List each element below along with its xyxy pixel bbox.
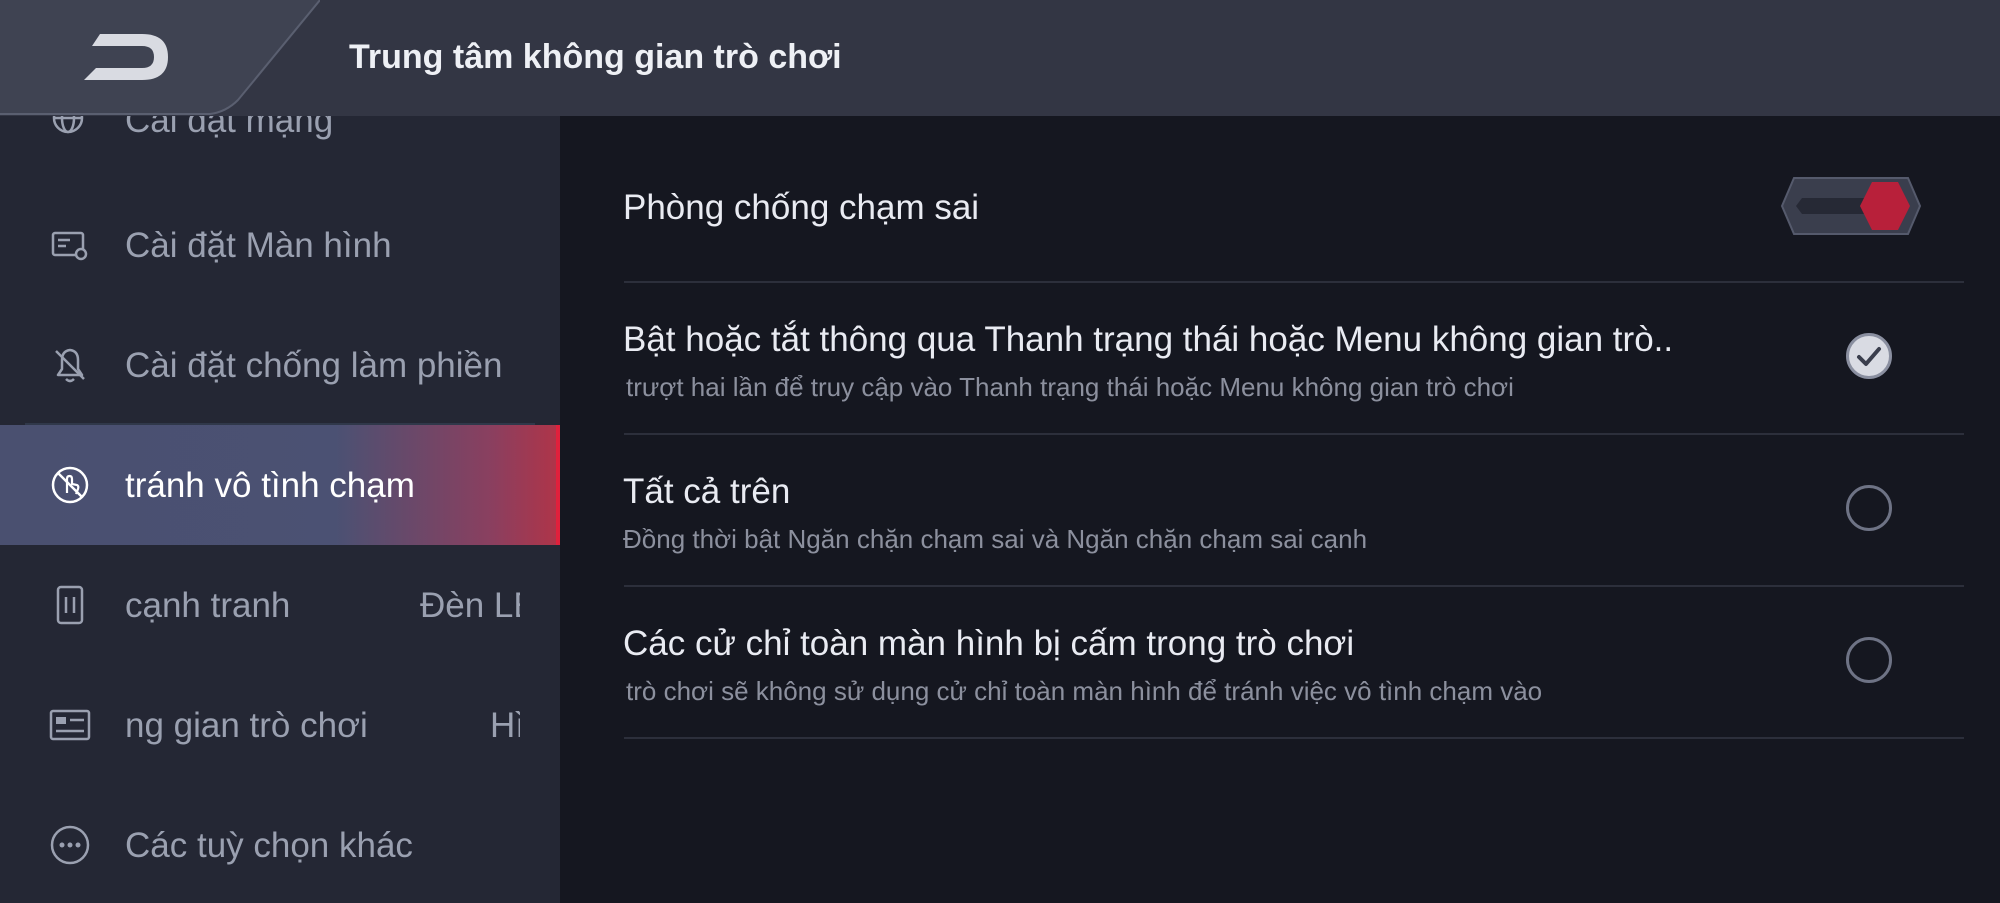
option-radio[interactable]: [1846, 485, 1892, 531]
option-title: Các cử chỉ toàn màn hình bị cấm trong tr…: [623, 624, 1355, 663]
option-title: Bật hoặc tắt thông qua Thanh trạng thái …: [623, 320, 1674, 359]
sidebar-item-label: Cài đặt Màn hình: [125, 226, 392, 265]
sidebar-item-network[interactable]: Cài đặt mạng: [0, 116, 560, 176]
checkmark-icon: [1857, 347, 1881, 366]
app-header: Trung tâm không gian trò chơi: [0, 0, 2000, 116]
divider: [624, 433, 1964, 435]
toggle-row-title: Phòng chống chạm sai: [623, 188, 980, 227]
sidebar-item-value: Đèn LE: [420, 586, 520, 625]
sidebar-item-display[interactable]: Cài đặt Màn hình: [0, 185, 560, 305]
sidebar: Cài đặt mạng Cài đặt Màn hình Cài đặt ch…: [0, 116, 560, 903]
sidebar-item-label: ng gian trò chơi: [125, 706, 368, 745]
sidebar-item-label: Cài đặt chống làm phiền: [125, 346, 503, 385]
option-subtitle: trò chơi sẽ không sử dụng cử chỉ toàn mà…: [626, 676, 1543, 706]
sidebar-item-label: Cài đặt mạng: [125, 116, 334, 140]
option-radio[interactable]: [1846, 637, 1892, 683]
network-globe-icon: [52, 116, 84, 134]
back-arrow-icon: [84, 34, 168, 80]
more-options-icon: [50, 825, 90, 865]
sidebar-item-do-not-disturb[interactable]: Cài đặt chống làm phiền: [0, 305, 560, 425]
sidebar-item-competition[interactable]: cạnh tranh Đèn LE: [0, 545, 560, 665]
sidebar-item-more-options[interactable]: Các tuỳ chọn khác: [0, 785, 560, 903]
divider: [624, 737, 1964, 739]
false-touch-toggle[interactable]: [1780, 176, 1922, 236]
sidebar-item-avoid-touch[interactable]: tránh vô tình chạm: [0, 425, 560, 545]
sidebar-item-game-space[interactable]: ng gian trò chơi Hì: [0, 665, 560, 785]
sidebar-item-label: Các tuỳ chọn khác: [125, 826, 413, 865]
display-settings-icon: [51, 231, 88, 261]
sidebar-item-label: cạnh tranh: [125, 586, 291, 625]
back-button[interactable]: [70, 22, 180, 92]
sidebar-item-label: tránh vô tình chạm: [125, 466, 415, 505]
option-subtitle: Đồng thời bật Ngăn chặn chạm sai và Ngăn…: [623, 524, 1368, 554]
edge-vibration-icon: [56, 585, 84, 625]
divider: [624, 585, 1964, 587]
bell-off-icon: [55, 348, 85, 383]
option-title: Tất cả trên: [623, 472, 791, 511]
page-title: Trung tâm không gian trò chơi: [349, 38, 842, 76]
game-window-icon: [49, 709, 91, 741]
option-subtitle: trượt hai lần để truy cập vào Thanh trạn…: [626, 372, 1514, 402]
settings-content: Phòng chống chạm sai Bật hoặc tắt thông …: [560, 116, 2000, 903]
no-touch-icon: [51, 466, 89, 504]
option-radio-selected[interactable]: [1846, 333, 1892, 379]
sidebar-item-value: Hì: [490, 706, 520, 745]
divider: [624, 281, 1964, 283]
